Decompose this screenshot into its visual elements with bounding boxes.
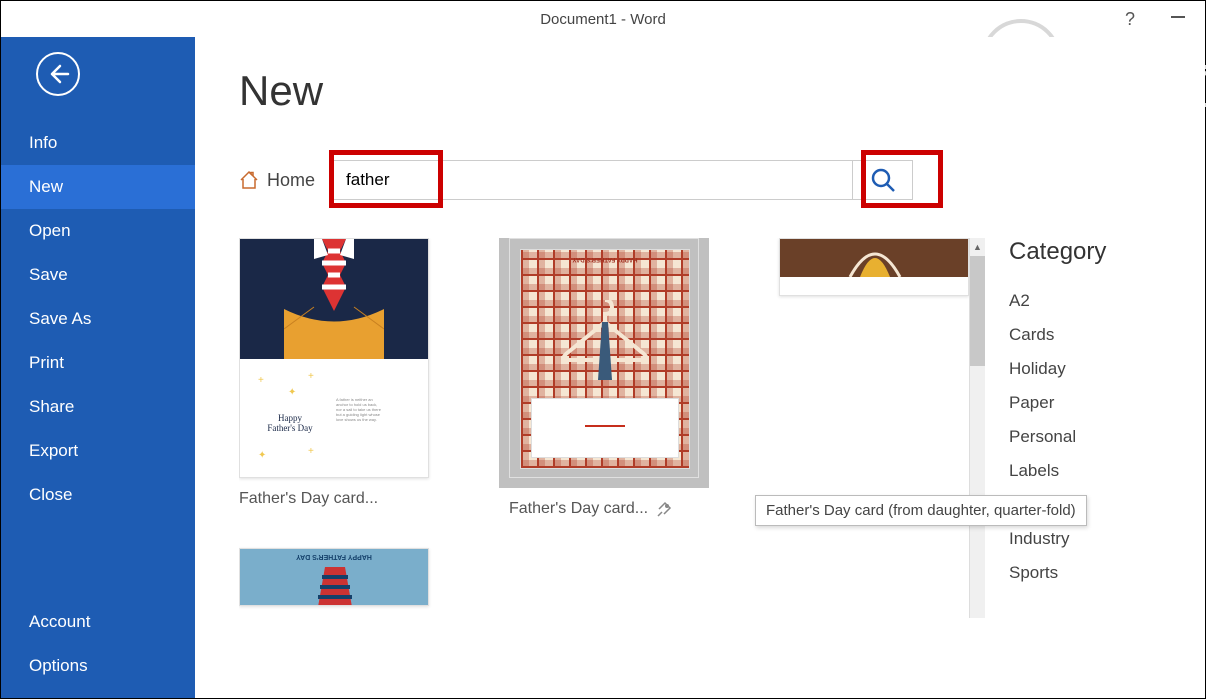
category-item[interactable]: Paper	[1009, 386, 1165, 420]
help-button[interactable]: ?	[1125, 9, 1135, 30]
minimize-button[interactable]	[1171, 16, 1185, 18]
home-icon	[239, 170, 259, 190]
sidebar-item-open[interactable]: Open	[1, 209, 195, 253]
template-thumbnail: HAPPY FATHER'S DAY	[239, 548, 429, 606]
sidebar-item-account[interactable]: Account	[1, 600, 195, 644]
template-inner-text: HAPPY FATHER'S DAY	[573, 256, 638, 262]
templates-scroll-area: + ✦ + ✦ + Happy Father's Day A father is…	[239, 238, 985, 618]
pin-icon[interactable]	[656, 501, 672, 517]
template-thumbnail: + ✦ + ✦ + Happy Father's Day A father is…	[239, 238, 429, 478]
sidebar-item-save-as[interactable]: Save As	[1, 297, 195, 341]
category-item[interactable]: Industry	[1009, 522, 1165, 556]
search-icon	[870, 167, 896, 193]
home-link[interactable]: Home	[239, 170, 315, 191]
template-label: Father's Day card...	[239, 490, 429, 508]
sidebar-item-export[interactable]: Export	[1, 429, 195, 473]
template-thumbnail	[779, 238, 969, 296]
sidebar-item-share[interactable]: Share	[1, 385, 195, 429]
category-item[interactable]: Labels	[1009, 454, 1165, 488]
template-card[interactable]: HAPPY FATHER'S DAY	[239, 548, 429, 606]
scroll-up-icon[interactable]: ▲	[970, 238, 985, 256]
sidebar-item-info[interactable]: Info	[1, 121, 195, 165]
content-area: New Home	[195, 37, 1205, 698]
template-card-selected[interactable]: HAPPY FATHER'S DAY Father's Day card.	[509, 238, 699, 518]
category-item[interactable]: A2	[1009, 284, 1165, 318]
vertical-scrollbar[interactable]: ▲	[969, 238, 985, 618]
search-input[interactable]	[333, 160, 853, 200]
category-item[interactable]: Holiday	[1009, 352, 1165, 386]
template-inner-text: HAPPY FATHER'S DAY	[296, 553, 372, 560]
back-button[interactable]	[36, 52, 80, 96]
sidebar-item-print[interactable]: Print	[1, 341, 195, 385]
sidebar-item-save[interactable]: Save	[1, 253, 195, 297]
template-thumbnail: HAPPY FATHER'S DAY	[509, 238, 699, 478]
category-panel: Category A2 Cards Holiday Paper Personal…	[985, 238, 1165, 618]
search-button[interactable]	[853, 160, 913, 200]
page-heading: New	[239, 67, 1165, 115]
backstage-sidebar: Info New Open Save Save As Print Share E…	[1, 37, 195, 698]
category-item[interactable]: Sports	[1009, 556, 1165, 590]
scroll-thumb[interactable]	[970, 256, 985, 366]
category-item[interactable]: Cards	[1009, 318, 1165, 352]
tooltip: Father's Day card (from daughter, quarte…	[755, 495, 1087, 526]
sidebar-item-close[interactable]: Close	[1, 473, 195, 517]
home-label: Home	[267, 170, 315, 191]
template-label: Father's Day card...	[509, 500, 648, 518]
sidebar-item-options[interactable]: Options	[1, 644, 195, 688]
category-title: Category	[1009, 238, 1165, 266]
title-bar: Document1 - Word ?	[1, 1, 1205, 37]
template-card-text: Happy Father's Day	[248, 413, 332, 433]
sidebar-item-new[interactable]: New	[1, 165, 195, 209]
category-item[interactable]: Personal	[1009, 420, 1165, 454]
template-card[interactable]: + ✦ + ✦ + Happy Father's Day A father is…	[239, 238, 429, 518]
search-row: Home	[239, 160, 1165, 200]
template-card[interactable]	[779, 238, 969, 518]
